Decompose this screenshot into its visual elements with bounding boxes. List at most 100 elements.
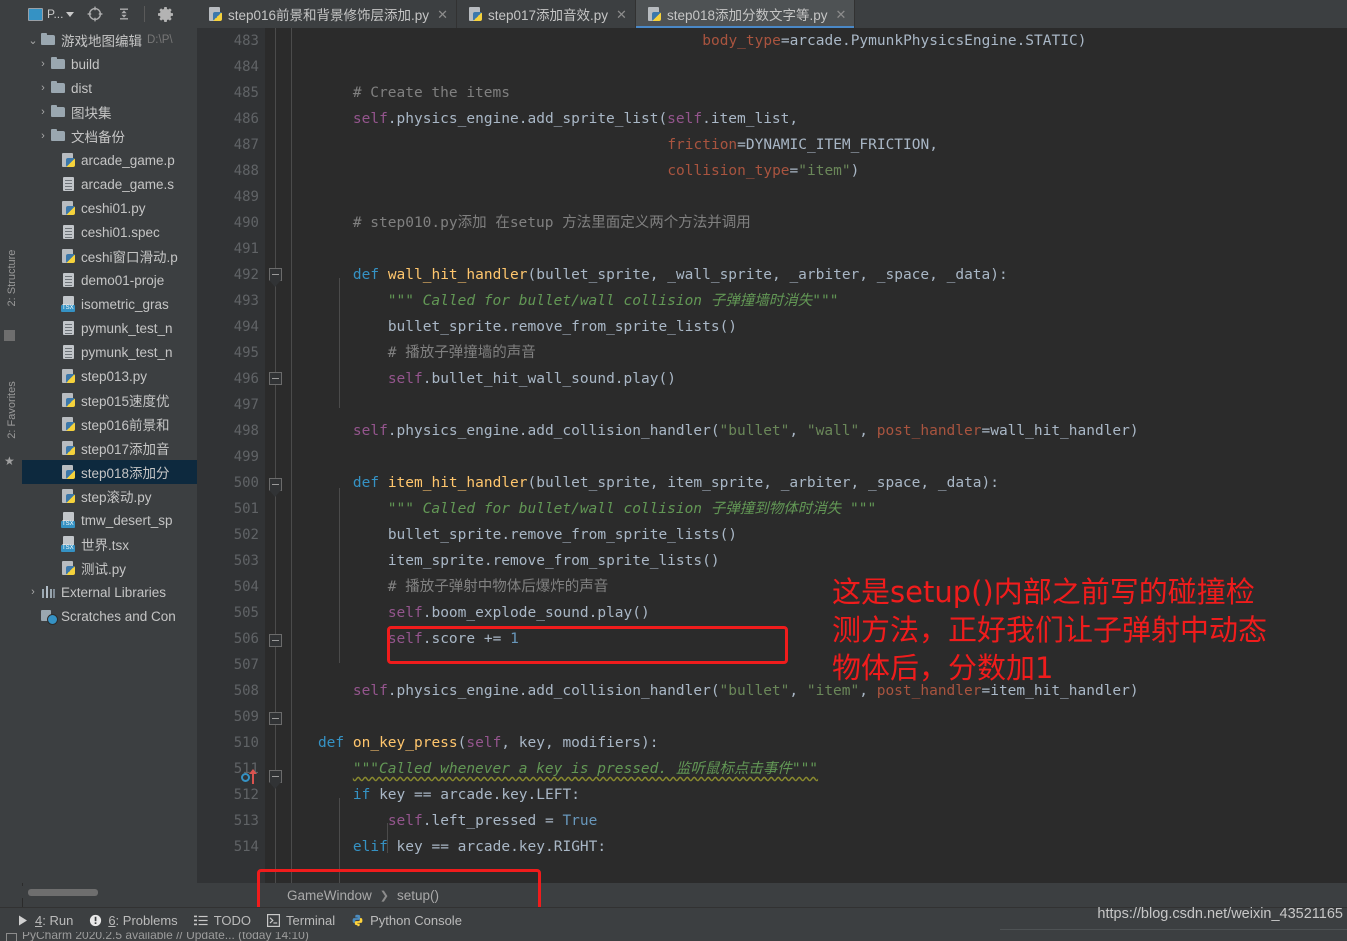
- tree-item-step017添加音[interactable]: · step017添加音: [22, 436, 197, 460]
- tree-item-label: step013.py: [81, 368, 148, 384]
- editor-tab-1[interactable]: step016前景和背景修饰层添加.py ✕: [197, 0, 457, 28]
- tree-item-build[interactable]: › build: [22, 52, 197, 76]
- tree-item-tmw_desert_sp[interactable]: · tmw_desert_sp: [22, 508, 197, 532]
- left-tool-strip: 2: Structure 2: Favorites ★: [0, 0, 23, 907]
- tree-horizontal-scrollbar[interactable]: [22, 886, 197, 898]
- tree-item-label: ceshi窗口滑动.p: [81, 250, 178, 265]
- chevron-down-icon[interactable]: ⌄: [26, 34, 40, 47]
- fold-marker-region[interactable]: [269, 634, 282, 647]
- pycharm-window: 2: Structure 2: Favorites ★ P... ⌄ 游戏地图编…: [0, 0, 1347, 941]
- tree-item-dist[interactable]: › dist: [22, 76, 197, 100]
- tree-spacer: ·: [46, 418, 60, 430]
- close-icon[interactable]: ✕: [437, 8, 448, 21]
- tool-window-todo[interactable]: TODO: [193, 913, 251, 928]
- editor-gutter[interactable]: 483 484 485 486 487 488 489 490 491 492 493 494 495 4…: [197, 28, 265, 883]
- tree-item-label: demo01-proje: [81, 272, 165, 288]
- fold-marker-region[interactable]: [269, 712, 282, 725]
- run-method-gutter-icon[interactable]: [241, 769, 259, 786]
- code-text[interactable]: body_type=arcade.PymunkPhysicsEngine.STA…: [283, 28, 1347, 883]
- fold-marker-collapse[interactable]: [268, 268, 282, 288]
- breadcrumb[interactable]: GameWindow ❯ setup(): [197, 883, 1347, 907]
- tree-spacer: ·: [46, 370, 60, 382]
- fold-marker-collapse[interactable]: [268, 770, 282, 790]
- python-file-icon: [60, 368, 77, 384]
- tree-item-label: pymunk_test_n: [81, 344, 173, 360]
- line-number: 496: [233, 371, 259, 387]
- tree-item-step018添加分[interactable]: · step018添加分: [22, 460, 197, 484]
- tree-item-arcade_game-p[interactable]: · arcade_game.p: [22, 148, 197, 172]
- tree-item-step016前景和[interactable]: · step016前景和: [22, 412, 197, 436]
- code-line: """ Called for bullet/wall collision 子弹撞…: [387, 293, 839, 309]
- fold-marker-region[interactable]: [269, 372, 282, 385]
- tree-item-图块集[interactable]: › 图块集: [22, 100, 197, 124]
- locate-crosshair-icon[interactable]: [87, 6, 103, 22]
- chevron-right-icon[interactable]: ›: [36, 106, 50, 118]
- line-number: 506: [233, 631, 259, 647]
- structure-tool-tab[interactable]: 2: Structure: [2, 238, 22, 318]
- code-editor[interactable]: 483 484 485 486 487 488 489 490 491 492 493 494 495 4…: [197, 28, 1347, 883]
- close-icon[interactable]: ✕: [616, 8, 627, 21]
- tree-spacer: ·: [46, 154, 60, 166]
- tree-item-pymunk_test_n[interactable]: · pymunk_test_n: [22, 340, 197, 364]
- folder-icon: [50, 80, 67, 96]
- tree-item-arcade_game-s[interactable]: · arcade_game.s: [22, 172, 197, 196]
- chevron-right-icon[interactable]: ›: [36, 58, 50, 70]
- python-file-icon: [467, 6, 483, 22]
- fold-marker-collapse[interactable]: [268, 478, 282, 498]
- python-file-icon: [60, 440, 77, 456]
- line-number: 488: [233, 163, 259, 179]
- tree-spacer: ·: [46, 442, 60, 454]
- tree-item-scratches-and-con[interactable]: · Scratches and Con: [22, 604, 197, 628]
- breadcrumb-method[interactable]: setup(): [397, 888, 439, 903]
- project-selector-label: P...: [47, 7, 64, 21]
- tool-window-terminal[interactable]: Terminal: [267, 913, 335, 928]
- tree-item-测试-py[interactable]: · 测试.py: [22, 556, 197, 580]
- tree-item-step013-py[interactable]: · step013.py: [22, 364, 197, 388]
- tree-item-世界-tsx[interactable]: · 世界.tsx: [22, 532, 197, 556]
- line-number: 507: [233, 657, 259, 673]
- tree-item-ceshi01-py[interactable]: · ceshi01.py: [22, 196, 197, 220]
- breadcrumb-class[interactable]: GameWindow: [287, 888, 372, 903]
- editor-tab-bar: step016前景和背景修饰层添加.py ✕ step017添加音效.py ✕ step…: [197, 0, 1347, 28]
- tree-item-文档备份[interactable]: › 文档备份: [22, 124, 197, 148]
- tree-item-ceshi01-spec[interactable]: · ceshi01.spec: [22, 220, 197, 244]
- tree-item-label: 测试.py: [81, 562, 127, 577]
- tool-window-4-run[interactable]: 4: Run: [16, 913, 73, 928]
- tool-window-python-console[interactable]: Python Console: [351, 913, 462, 928]
- chevron-right-icon[interactable]: ›: [36, 82, 50, 94]
- text-file-icon: [60, 344, 77, 360]
- collapse-all-icon[interactable]: [116, 6, 132, 22]
- editor-tab-3[interactable]: step018添加分数文字等.py ✕: [635, 0, 856, 28]
- project-tree[interactable]: ⌄ 游戏地图编辑 D:\P\ › build › dist › 图块集 › 文档备份 · arca…: [22, 28, 197, 883]
- favorites-tool-tab[interactable]: 2: Favorites: [2, 370, 22, 450]
- tree-item-demo01-proje[interactable]: · demo01-proje: [22, 268, 197, 292]
- tool-window-6-problems[interactable]: 6: Problems: [89, 913, 178, 928]
- project-selector[interactable]: P...: [28, 7, 75, 21]
- tree-item-step滚动-py[interactable]: · step滚动.py: [22, 484, 197, 508]
- line-number: 503: [233, 553, 259, 569]
- tree-item-ceshi窗口滑动-p[interactable]: · ceshi窗口滑动.p: [22, 244, 197, 268]
- tree-item-isometric_gras[interactable]: · isometric_gras: [22, 292, 197, 316]
- tree-item-pymunk_test_n[interactable]: · pymunk_test_n: [22, 316, 197, 340]
- code-line: # 播放子弹撞墙的声音: [387, 345, 536, 361]
- tsx-file-icon: [60, 512, 77, 528]
- chevron-right-icon[interactable]: ›: [36, 130, 50, 142]
- code-line: # Create the items: [352, 85, 510, 101]
- chevron-right-icon[interactable]: ›: [26, 586, 40, 598]
- code-line: elif key == arcade.key.RIGHT:: [352, 839, 607, 855]
- tree-root-row[interactable]: ⌄ 游戏地图编辑 D:\P\: [22, 28, 197, 52]
- line-number: 492: [233, 267, 259, 283]
- editor-tab-label: step016前景和背景修饰层添加.py: [228, 8, 430, 23]
- code-line: self.physics_engine.add_collision_handle…: [352, 423, 1139, 439]
- annotation-text: 这是setup()内部之前写的碰撞检 测方法，正好我们让子弹射中动态 物体后，分…: [832, 575, 1268, 685]
- tool-window-label: Terminal: [286, 913, 336, 928]
- tree-item-external-libraries[interactable]: › External Libraries: [22, 580, 197, 604]
- gear-icon[interactable]: [157, 6, 174, 23]
- toolbar-divider: [144, 6, 146, 22]
- tree-item-label: arcade_game.s: [81, 176, 175, 192]
- close-icon[interactable]: ✕: [836, 8, 847, 21]
- tree-spacer: ·: [46, 466, 60, 478]
- tree-item-step015速度优[interactable]: · step015速度优: [22, 388, 197, 412]
- editor-tab-2[interactable]: step017添加音效.py ✕: [457, 0, 636, 28]
